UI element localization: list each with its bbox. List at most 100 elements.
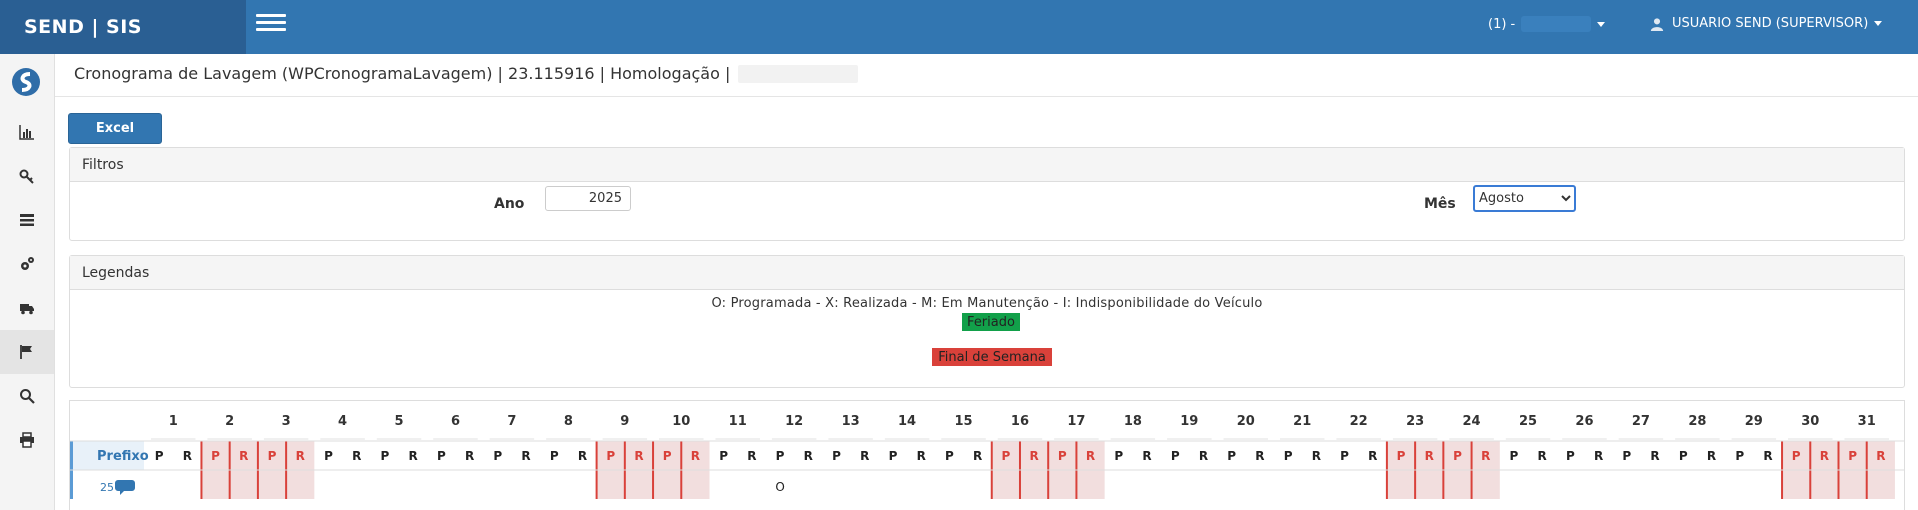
sidebar-item-washing[interactable] — [0, 330, 54, 374]
sub-header-r: R — [1707, 449, 1716, 463]
schedule-mark: O — [775, 480, 784, 494]
caret-down-icon — [1874, 21, 1883, 26]
day-header-11: 11 — [729, 414, 747, 429]
sub-header-p: P — [832, 449, 841, 463]
user-label: USUARIO SEND (SUPERVISOR) — [1672, 16, 1869, 31]
sub-header-r: R — [521, 449, 530, 463]
sub-header-p: P — [1679, 449, 1688, 463]
environment-redacted — [738, 64, 859, 83]
day-header-10: 10 — [672, 414, 690, 429]
sub-header-p: P — [1227, 449, 1236, 463]
sub-header-r: R — [1763, 449, 1772, 463]
sidebar-item-print[interactable] — [0, 418, 54, 462]
sub-header-p: P — [493, 449, 502, 463]
sub-header-r: R — [1820, 449, 1829, 463]
day-header-31: 31 — [1858, 414, 1876, 429]
sub-header-p: P — [381, 449, 390, 463]
day-header-14: 14 — [898, 414, 916, 429]
sub-header-r: R — [183, 449, 192, 463]
sub-header-p: P — [1397, 449, 1406, 463]
day-header-26: 26 — [1575, 414, 1593, 429]
menu-toggle-icon[interactable] — [256, 14, 286, 36]
sidebar-item-records[interactable] — [0, 198, 54, 242]
brand-title: SEND | SIS — [24, 16, 142, 38]
month-select[interactable]: Agosto — [1473, 185, 1576, 212]
day-header-28: 28 — [1688, 414, 1706, 429]
user-icon — [1650, 17, 1664, 31]
day-header-4: 4 — [338, 414, 347, 429]
day-header-7: 7 — [507, 414, 516, 429]
day-header-30: 30 — [1801, 414, 1819, 429]
sub-header-r: R — [239, 449, 248, 463]
day-header-29: 29 — [1745, 414, 1763, 429]
app-logo-icon — [12, 68, 40, 96]
day-header-18: 18 — [1124, 414, 1142, 429]
year-input[interactable] — [545, 186, 631, 211]
search-icon — [20, 389, 35, 404]
page-title: Cronograma de Lavagem (WPCronogramaLavag… — [74, 64, 731, 83]
day-header-3: 3 — [282, 414, 291, 429]
day-header-1: 1 — [169, 414, 178, 429]
sub-header-r: R — [634, 449, 643, 463]
row-prefixo: 25 — [100, 481, 114, 494]
sub-header-r: R — [465, 449, 474, 463]
comment-icon[interactable] — [115, 480, 135, 495]
schedule-grid-svg: Prefixo 1 P R 2 P R 3 P R 4 P R 5 P R 6 P R 7 P R 8 P R 9 P R 10 P R 11… — [70, 414, 1904, 499]
day-header-15: 15 — [954, 414, 972, 429]
sidebar-item-settings[interactable] — [0, 242, 54, 286]
day-header-2: 2 — [225, 414, 234, 429]
sidebar-item-search[interactable] — [0, 374, 54, 418]
sub-header-r: R — [1086, 449, 1095, 463]
sub-header-r: R — [747, 449, 756, 463]
day-header-8: 8 — [564, 414, 573, 429]
sub-header-p: P — [268, 449, 277, 463]
unit-value-redacted — [1521, 16, 1592, 32]
sub-header-r: R — [1255, 449, 1264, 463]
sub-header-r: R — [1142, 449, 1151, 463]
sidebar-item-vehicles[interactable] — [0, 286, 54, 330]
top-navbar: SEND | SIS (1) - USUARIO SEND (SUPERVISO… — [0, 0, 1918, 54]
legend-panel: Legendas O: Programada - X: Realizada - … — [69, 255, 1905, 388]
sub-header-p: P — [1453, 449, 1462, 463]
sub-header-r: R — [1425, 449, 1434, 463]
sub-header-p: P — [1114, 449, 1123, 463]
sub-header-r: R — [1538, 449, 1547, 463]
bar-chart-icon — [19, 125, 34, 140]
sub-header-p: P — [1566, 449, 1575, 463]
day-header-13: 13 — [842, 414, 860, 429]
sub-header-p: P — [663, 449, 672, 463]
sub-header-p: P — [1848, 449, 1857, 463]
excel-export-button[interactable]: Excel — [68, 113, 162, 144]
filters-panel: Filtros Ano Mês Agosto — [69, 147, 1905, 241]
month-label: Mês — [1424, 196, 1456, 212]
unit-selector[interactable]: (1) - — [1488, 16, 1606, 32]
sidebar-item-tools[interactable] — [0, 154, 54, 198]
caret-down-icon — [1597, 21, 1606, 27]
day-header-19: 19 — [1180, 414, 1198, 429]
sub-header-r: R — [1368, 449, 1377, 463]
divider — [55, 96, 1918, 97]
sub-header-p: P — [1792, 449, 1801, 463]
day-header-12: 12 — [785, 414, 803, 429]
truck-icon — [20, 304, 34, 315]
sub-header-p: P — [1340, 449, 1349, 463]
list-icon — [20, 214, 34, 226]
brand-logo[interactable]: SEND | SIS — [0, 0, 246, 54]
sub-header-p: P — [1058, 449, 1067, 463]
sidebar-item-reports[interactable] — [0, 110, 54, 154]
sub-header-p: P — [1171, 449, 1180, 463]
sub-header-r: R — [1876, 449, 1885, 463]
day-header-23: 23 — [1406, 414, 1424, 429]
year-label: Ano — [494, 196, 525, 212]
user-menu[interactable]: USUARIO SEND (SUPERVISOR) — [1650, 16, 1883, 31]
day-header-20: 20 — [1237, 414, 1255, 429]
sub-header-p: P — [719, 449, 728, 463]
day-header-27: 27 — [1632, 414, 1650, 429]
legend-holiday-badge: Feriado — [962, 313, 1020, 331]
sub-header-r: R — [1481, 449, 1490, 463]
day-header-22: 22 — [1350, 414, 1368, 429]
sub-header-p: P — [606, 449, 615, 463]
sub-header-p: P — [889, 449, 898, 463]
print-icon — [20, 432, 34, 448]
day-header-25: 25 — [1519, 414, 1537, 429]
